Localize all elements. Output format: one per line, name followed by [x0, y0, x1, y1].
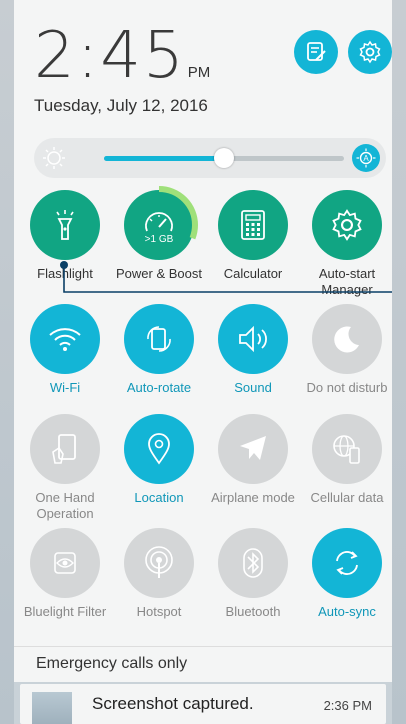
brightness-fill — [104, 156, 224, 161]
one-hand-label: One Hand Operation — [35, 490, 95, 521]
cellular-data-button[interactable] — [312, 414, 382, 484]
brightness-slider-thumb[interactable] — [214, 148, 234, 168]
annotation-pointer — [60, 261, 392, 293]
gear-icon — [359, 40, 381, 64]
hotspot-label: Hotspot — [136, 604, 182, 619]
airplane-tile[interactable]: Airplane mode — [206, 414, 300, 506]
notification-card[interactable]: Screenshot captured. 2:36 PM — [20, 684, 386, 724]
cellular-data-label: Cellular data — [310, 490, 384, 505]
sync-icon — [336, 551, 358, 575]
cellular-data-tile[interactable]: Cellular data — [300, 414, 394, 506]
bluelight-filter-button[interactable] — [30, 528, 100, 598]
wifi-button[interactable] — [30, 304, 100, 374]
svg-text:A: A — [363, 154, 369, 163]
notification-time: 2:36 PM — [323, 698, 372, 713]
brightness-low-icon — [43, 147, 65, 169]
sound-label: Sound — [234, 380, 272, 395]
edit-icon — [307, 42, 326, 61]
auto-rotate-icon — [147, 326, 171, 352]
bluetooth-label: Bluetooth — [225, 604, 281, 619]
auto-sync-tile[interactable]: Auto-sync — [300, 528, 394, 620]
settings-button[interactable] — [348, 30, 392, 74]
one-hand-button[interactable] — [30, 414, 100, 484]
bluetooth-tile[interactable]: Bluetooth — [206, 528, 300, 620]
edit-button[interactable] — [294, 30, 338, 74]
globe-phone-icon — [333, 435, 360, 464]
auto-rotate-label: Auto-rotate — [126, 380, 192, 395]
bluelight-filter-tile[interactable]: Bluelight Filter — [18, 528, 112, 620]
hotspot-icon — [145, 546, 173, 578]
airplane-button[interactable] — [218, 414, 288, 484]
location-pin-icon — [148, 433, 170, 465]
date-label: Tuesday, July 12, 2016 — [34, 96, 208, 115]
auto-sync-button[interactable] — [312, 528, 382, 598]
hotspot-button[interactable] — [124, 528, 194, 598]
auto-rotate-tile[interactable]: Auto-rotate — [112, 304, 206, 396]
airplane-icon — [240, 436, 266, 460]
sound-button[interactable] — [218, 304, 288, 374]
emergency-bar: Emergency calls only — [14, 646, 392, 683]
brightness-bar: A — [34, 138, 386, 178]
bluelight-filter-label: Bluelight Filter — [23, 604, 107, 619]
clock-time: 2:45 — [34, 19, 186, 93]
do-not-disturb-button[interactable] — [312, 304, 382, 374]
calculator-icon — [241, 210, 265, 240]
bluetooth-icon — [243, 548, 263, 578]
auto-sync-label: Auto-sync — [318, 604, 376, 619]
wifi-tile[interactable]: Wi-Fi — [18, 304, 112, 396]
location-label: Location — [134, 490, 184, 505]
flashlight-icon — [56, 210, 74, 240]
bluetooth-button[interactable] — [218, 528, 288, 598]
wifi-label: Wi-Fi — [49, 380, 81, 395]
clock: 2:45 PM — [34, 24, 210, 88]
quick-settings-panel: 2:45 PM Tuesday, July 12, 2016 A Flashli… — [14, 0, 392, 682]
auto-rotate-button[interactable] — [124, 304, 194, 374]
wallpaper-right — [392, 0, 406, 724]
do-not-disturb-label: Do not disturb — [306, 380, 388, 395]
gear-icon — [332, 209, 362, 241]
notification-title: Screenshot captured. — [92, 694, 254, 713]
moon-icon — [334, 326, 359, 353]
one-hand-icon — [52, 434, 76, 464]
clock-ampm: PM — [187, 64, 211, 81]
sound-tile[interactable]: Sound — [206, 304, 300, 396]
eye-icon — [54, 552, 76, 574]
emergency-text: Emergency calls only — [36, 655, 188, 672]
wallpaper-left — [0, 0, 14, 724]
speaker-icon — [239, 325, 267, 353]
hotspot-tile[interactable]: Hotspot — [112, 528, 206, 620]
do-not-disturb-tile[interactable]: Do not disturb — [300, 304, 394, 396]
screenshot-thumbnail — [32, 692, 72, 724]
one-hand-tile[interactable]: One Hand Operation — [18, 414, 112, 522]
airplane-label: Airplane mode — [211, 490, 295, 505]
wifi-icon — [49, 328, 81, 351]
location-button[interactable] — [124, 414, 194, 484]
auto-brightness-button[interactable]: A — [352, 144, 380, 172]
auto-brightness-icon: A — [356, 148, 376, 168]
location-tile[interactable]: Location — [112, 414, 206, 506]
